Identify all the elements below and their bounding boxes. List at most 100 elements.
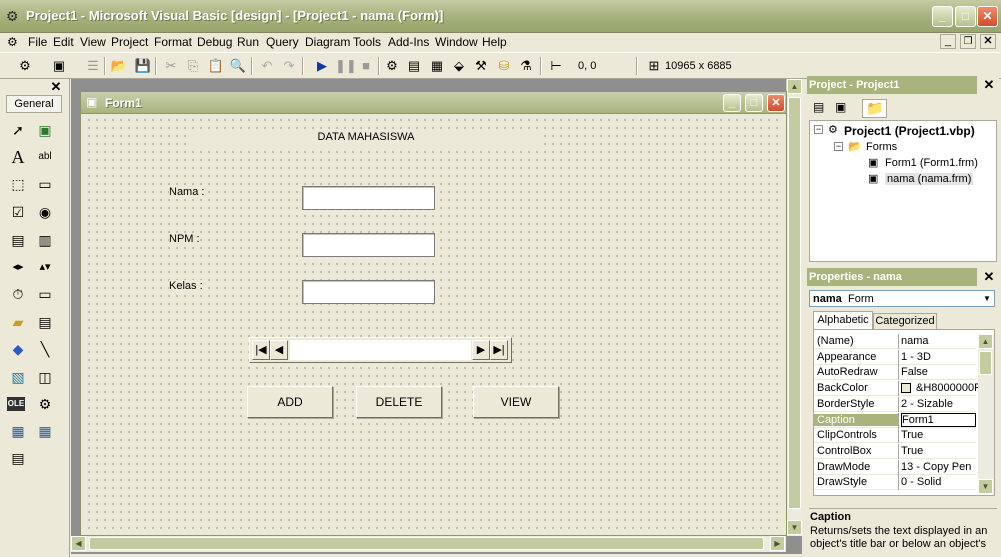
kelas-label[interactable]: Kelas : <box>169 280 203 292</box>
form-canvas[interactable]: DATA MAHASISWA Nama : NPM : Kelas : ADD … <box>85 116 784 533</box>
view-button[interactable]: VIEW <box>473 386 559 418</box>
dropdown-arrow-icon[interactable]: ▼ <box>980 292 994 305</box>
dirlistbox-icon[interactable]: ▰ <box>7 311 29 333</box>
property-row[interactable]: Caption Form1 <box>814 412 976 428</box>
menu-format[interactable]: Format <box>154 35 192 49</box>
mdi-minimize-button[interactable]: _ <box>940 34 956 49</box>
tree-collapse-icon[interactable]: − <box>814 125 823 134</box>
redo-icon[interactable]: ↷ <box>280 57 298 75</box>
property-grid-scrollbar[interactable]: ▲ ▼ <box>978 334 994 494</box>
property-row[interactable]: ControlBox True <box>814 443 976 459</box>
property-value[interactable]: True <box>901 445 976 457</box>
npm-textbox[interactable] <box>302 233 435 257</box>
menu-file[interactable]: File <box>28 35 47 49</box>
grid-icon[interactable]: ▦ <box>7 420 29 442</box>
kelas-textbox[interactable] <box>302 280 435 304</box>
minimize-button[interactable]: _ <box>932 6 953 27</box>
vscrollbar-icon[interactable]: ▴▾ <box>34 256 56 278</box>
mdi-restore-button[interactable]: ❐ <box>960 34 976 49</box>
object-browser-icon[interactable]: ⬙ <box>450 57 468 75</box>
scroll-thumb[interactable] <box>788 97 801 509</box>
dbgrid-icon[interactable]: ▤ <box>7 447 29 469</box>
scroll-down-arrow[interactable]: ▼ <box>978 479 993 494</box>
scroll-down-arrow[interactable]: ▼ <box>787 520 802 535</box>
line-icon[interactable]: ╲ <box>34 338 56 360</box>
cut-icon[interactable]: ✂ <box>162 57 180 75</box>
npm-label[interactable]: NPM : <box>169 233 200 245</box>
tree-collapse-icon[interactable]: − <box>834 142 843 151</box>
menu-addins[interactable]: Add-Ins <box>388 35 429 49</box>
drivelistbox-icon[interactable]: ▭ <box>34 283 56 305</box>
open-icon[interactable]: 📂 <box>110 57 128 75</box>
menu-tools[interactable]: Tools <box>353 35 381 49</box>
scroll-thumb[interactable] <box>979 351 992 375</box>
close-button[interactable]: ✕ <box>977 6 998 27</box>
toggle-folders-icon[interactable]: 📁 <box>862 99 888 118</box>
combobox-icon[interactable]: ▤ <box>7 229 29 251</box>
property-value[interactable]: 1 - 3D <box>901 351 976 363</box>
heading-label[interactable]: DATA MAHASISWA <box>190 129 542 145</box>
tree-item-form1[interactable]: Form1 (Form1.frm) <box>885 157 978 169</box>
view-object-icon[interactable]: ▣ <box>835 100 846 114</box>
properties-close-icon[interactable]: ✕ <box>982 270 996 284</box>
form-close-button[interactable]: ✕ <box>767 94 785 112</box>
textbox-icon[interactable]: abl <box>34 146 56 168</box>
hscrollbar-icon[interactable]: ◂▸ <box>7 256 29 278</box>
menu-run[interactable]: Run <box>237 35 259 49</box>
data-view-icon[interactable]: ⛁ <box>495 57 513 75</box>
tree-item-nama[interactable]: nama (nama.frm) <box>885 173 974 185</box>
properties-window-icon[interactable]: ▤ <box>405 57 423 75</box>
grid2-icon[interactable]: ▦ <box>34 420 56 442</box>
scroll-right-arrow[interactable]: ▶ <box>770 536 785 551</box>
mdi-close-button[interactable]: ✕ <box>980 34 996 49</box>
image-icon[interactable]: ▧ <box>7 366 29 388</box>
move-last-icon[interactable]: ▶| <box>490 340 508 360</box>
frame-icon[interactable]: ⬚ <box>7 173 29 195</box>
listbox-icon[interactable]: ▥ <box>34 229 56 251</box>
toolbox-close-icon[interactable]: ✕ <box>49 80 63 94</box>
visual-component-manager-icon[interactable]: ⚗ <box>517 57 535 75</box>
label-icon[interactable]: A <box>7 146 29 168</box>
picturebox-icon[interactable]: ▣ <box>34 119 56 141</box>
property-row[interactable]: ClipControls True <box>814 428 976 444</box>
property-row[interactable]: Appearance 1 - 3D <box>814 349 976 365</box>
tab-alphabetic[interactable]: Alphabetic <box>813 311 873 329</box>
maximize-button[interactable]: □ <box>955 6 976 27</box>
start-icon[interactable]: ▶ <box>313 57 331 75</box>
end-icon[interactable]: ■ <box>357 57 375 75</box>
break-icon[interactable]: ❚❚ <box>335 57 357 75</box>
scroll-up-arrow[interactable]: ▲ <box>978 334 993 349</box>
add-form-icon[interactable]: ▣ <box>50 57 68 75</box>
data-icon[interactable]: ◫ <box>34 366 56 388</box>
menu-query[interactable]: Query <box>266 35 299 49</box>
project-explorer-icon[interactable]: ⚙ <box>383 57 401 75</box>
scroll-up-arrow[interactable]: ▲ <box>787 79 802 94</box>
save-icon[interactable]: 💾 <box>134 57 152 75</box>
paste-icon[interactable]: 📋 <box>207 57 225 75</box>
tab-categorized[interactable]: Categorized <box>873 313 937 329</box>
scroll-left-arrow[interactable]: ◀ <box>71 536 86 551</box>
property-value[interactable]: 0 - Solid <box>901 476 976 488</box>
property-row[interactable]: BorderStyle 2 - Sizable <box>814 396 976 412</box>
toolbox-tab-general[interactable]: General <box>6 95 62 113</box>
property-row[interactable]: DrawMode 13 - Copy Pen <box>814 459 976 475</box>
commandbutton-icon[interactable]: ▭ <box>34 173 56 195</box>
property-row[interactable]: AutoRedraw False <box>814 365 976 381</box>
form-maximize-button[interactable]: □ <box>745 94 763 112</box>
property-value[interactable]: True <box>901 429 976 441</box>
forms-folder[interactable]: Forms <box>866 141 897 153</box>
menu-window[interactable]: Window <box>435 35 478 49</box>
toolbox-icon[interactable]: ⚒ <box>472 57 490 75</box>
addin-icon[interactable]: ⚙ <box>34 393 56 415</box>
menu-debug[interactable]: Debug <box>197 35 232 49</box>
data-control[interactable]: |◀ ◀ ▶ ▶| <box>249 337 512 363</box>
form-minimize-button[interactable]: _ <box>723 94 741 112</box>
property-value[interactable]: nama <box>901 335 976 347</box>
add-project-icon[interactable]: ⚙ <box>16 57 34 75</box>
menu-help[interactable]: Help <box>482 35 507 49</box>
property-value[interactable]: 13 - Copy Pen <box>901 461 976 473</box>
property-value[interactable]: False <box>901 366 976 378</box>
optionbutton-icon[interactable]: ◉ <box>34 201 56 223</box>
form-layout-icon[interactable]: ▦ <box>428 57 446 75</box>
property-row[interactable]: BackColor &H8000000F <box>814 381 981 397</box>
